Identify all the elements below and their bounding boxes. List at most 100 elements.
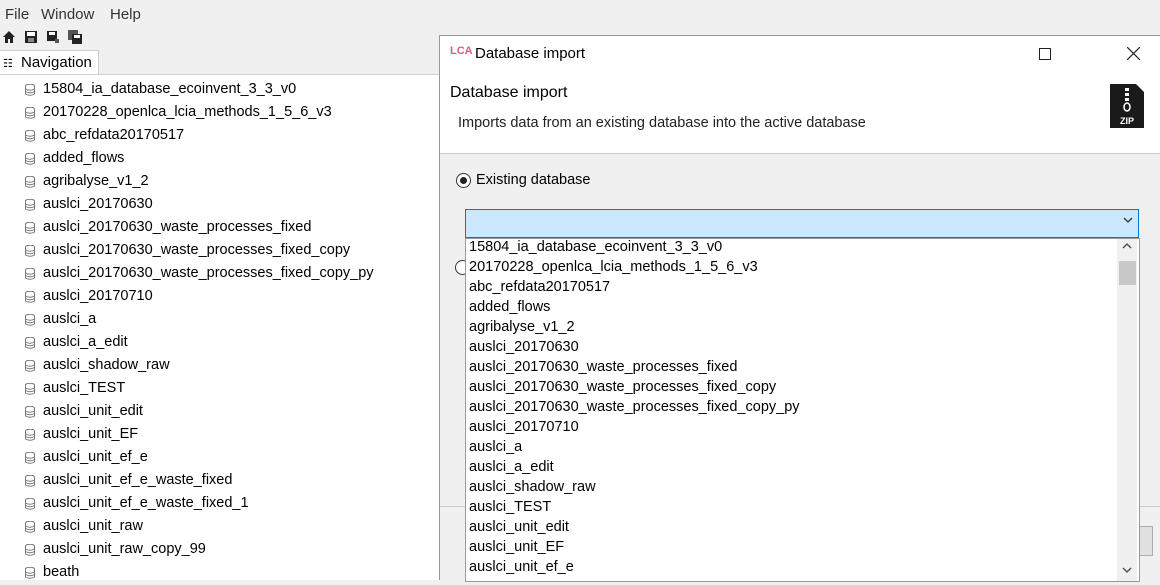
navigation-item[interactable]: auslci_20170630_waste_processes_fixed_co… [0,263,440,286]
tree-icon: ☷ [3,58,13,70]
navigation-item[interactable]: auslci_unit_ef_e_waste_fixed_1 [0,493,440,516]
database-icon [25,452,35,464]
navigation-item[interactable]: auslci_TEST [0,378,440,401]
maximize-button[interactable] [1016,36,1074,72]
navigation-item[interactable]: agribalyse_v1_2 [0,171,440,194]
dropdown-item[interactable]: auslci_unit_edit [469,519,569,535]
dropdown-item[interactable]: added_flows [469,299,550,315]
navigation-item[interactable]: auslci_unit_edit [0,401,440,424]
navigation-item-label: auslci_TEST [43,380,126,396]
dropdown-item[interactable]: auslci_a [469,439,522,455]
navigation-item[interactable]: auslci_unit_ef_e [0,447,440,470]
database-icon [25,498,35,510]
navigation-item-label: auslci_a [43,311,97,327]
database-icon [25,176,35,188]
dialog-header: Database import Imports data from an exi… [440,72,1160,154]
navigation-item[interactable]: auslci_20170630 [0,194,440,217]
menu-window[interactable]: Window [41,6,94,23]
dropdown-item[interactable]: auslci_a_edit [469,459,554,475]
dropdown-scrollbar[interactable] [1117,239,1137,581]
database-icon [25,130,35,142]
dropdown-item[interactable]: auslci_20170630 [469,339,579,355]
database-combo[interactable] [465,209,1139,238]
database-icon [25,429,35,441]
menu-help[interactable]: Help [110,6,141,23]
database-import-dialog: LCA Database import Database import Impo… [439,35,1160,582]
navigation-item[interactable]: 20170228_openlca_lcia_methods_1_5_6_v3 [0,102,440,125]
navigation-item[interactable]: auslci_20170710 [0,286,440,309]
navigation-item-label: auslci_20170630 [43,196,153,212]
navigation-item-label: auslci_20170630_waste_processes_fixed_co… [43,265,374,281]
navigation-item[interactable]: abc_refdata20170517 [0,125,440,148]
navigation-item-label: auslci_unit_ef_e_waste_fixed_1 [43,495,249,511]
navigation-item-label: auslci_unit_ef_e_waste_fixed [43,472,233,488]
dropdown-item[interactable]: 20170228_openlca_lcia_methods_1_5_6_v3 [469,259,758,275]
menu-file[interactable]: File [5,6,29,23]
toolbar [0,28,440,48]
database-icon [25,544,35,556]
database-icon [25,107,35,119]
navigation-item-label: abc_refdata20170517 [43,127,185,143]
home-icon[interactable] [2,30,16,44]
scroll-up-icon[interactable] [1117,239,1137,257]
dialog-header-description: Imports data from an existing database i… [458,115,866,131]
zip-file-icon: ZIP [1110,84,1144,128]
database-icon [25,314,35,326]
existing-database-radio[interactable] [456,173,471,188]
navigation-item[interactable]: 15804_ia_database_ecoinvent_3_3_v0 [0,79,440,102]
dropdown-item[interactable]: auslci_unit_EF [469,539,564,555]
chevron-down-icon [1123,217,1133,223]
tab-navigation-label: Navigation [21,54,92,71]
navigation-item[interactable]: auslci_unit_ef_e_waste_fixed [0,470,440,493]
dropdown-item[interactable]: agribalyse_v1_2 [469,319,575,335]
navigation-item-label: 15804_ia_database_ecoinvent_3_3_v0 [43,81,297,97]
existing-database-label: Existing database [476,172,591,188]
save-as-icon[interactable] [46,30,60,44]
scroll-down-icon[interactable] [1117,563,1137,581]
dialog-footer-button[interactable] [1139,526,1153,556]
dropdown-item[interactable]: auslci_unit_ef_e [469,559,574,575]
dropdown-item[interactable]: auslci_20170630_waste_processes_fixed_co… [469,399,800,415]
navigation-item[interactable]: auslci_a [0,309,440,332]
dropdown-item[interactable]: auslci_TEST [469,499,551,515]
navigation-item-label: auslci_20170630_waste_processes_fixed_co… [43,242,351,258]
tab-navigation[interactable]: ☷ Navigation [0,50,99,75]
dialog-window-title: Database import [475,45,586,62]
navigation-item[interactable]: auslci_20170630_waste_processes_fixed [0,217,440,240]
navigation-item-label: auslci_20170630_waste_processes_fixed [43,219,312,235]
menu-bar: File Window Help [0,0,1160,28]
save-icon[interactable] [24,30,38,44]
navigation-item[interactable]: auslci_a_edit [0,332,440,355]
navigation-item[interactable]: auslci_unit_raw_copy_99 [0,539,440,562]
database-icon [25,521,35,533]
navigation-item[interactable]: auslci_unit_EF [0,424,440,447]
database-icon [25,199,35,211]
navigation-item-label: agribalyse_v1_2 [43,173,149,189]
database-dropdown-list[interactable]: auslci_unit_ef_e auslci_unit_EF auslci_uni… [465,238,1140,582]
dropdown-item[interactable]: abc_refdata20170517 [469,279,610,295]
database-icon [25,222,35,234]
dialog-titlebar: LCA Database import [440,36,1160,72]
save-all-icon[interactable] [68,30,82,44]
navigation-item-label: auslci_shadow_raw [43,357,170,373]
close-icon [1126,46,1140,61]
navigation-item[interactable]: auslci_shadow_raw [0,355,440,378]
dropdown-item[interactable]: 15804_ia_database_ecoinvent_3_3_v0 [469,239,722,255]
navigation-item-label: auslci_unit_raw_copy_99 [43,541,206,557]
close-button[interactable] [1104,36,1160,72]
maximize-icon [1039,47,1051,60]
dropdown-item[interactable]: auslci_20170710 [469,419,579,435]
navigation-item-label: beath [43,564,80,580]
navigation-item[interactable]: auslci_unit_raw [0,516,440,539]
dropdown-item[interactable]: auslci_20170630_waste_processes_fixed [469,359,737,375]
dropdown-item[interactable]: auslci_20170630_waste_processes_fixed_co… [469,379,776,395]
navigation-item[interactable]: auslci_20170630_waste_processes_fixed_co… [0,240,440,263]
navigation-item-label: auslci_unit_EF [43,426,139,442]
navigation-panel: 15804_ia_database_ecoinvent_3_3_v0 201702… [0,74,440,580]
scrollbar-thumb[interactable] [1119,261,1136,285]
navigation-item-label: auslci_unit_edit [43,403,143,419]
navigation-item[interactable]: added_flows [0,148,440,171]
navigation-item[interactable]: beath [0,562,440,585]
dropdown-item[interactable]: auslci_shadow_raw [469,479,596,495]
navigation-item-label: auslci_unit_ef_e [43,449,148,465]
